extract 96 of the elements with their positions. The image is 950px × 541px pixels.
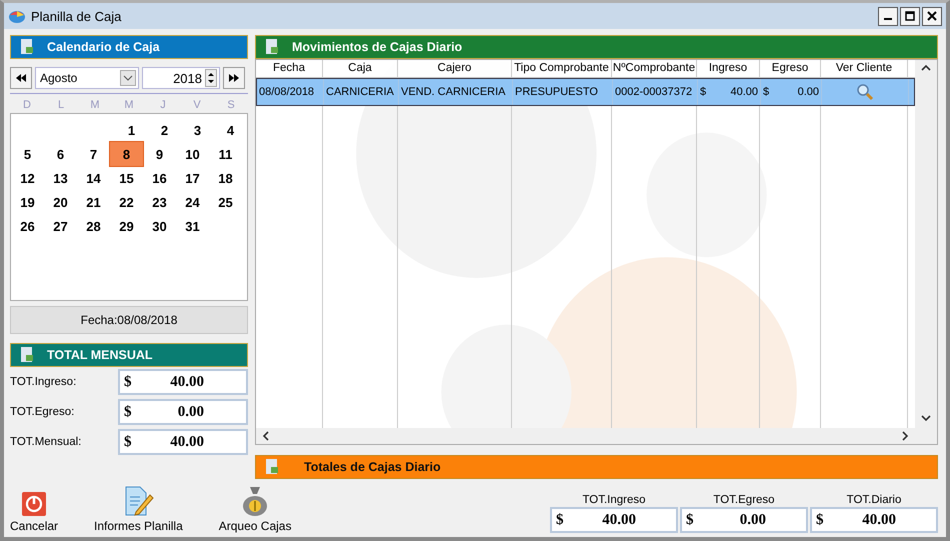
movements-title: Movimientos de Cajas Diario — [292, 40, 462, 54]
calendar-day[interactable]: 21 — [77, 190, 110, 214]
vertical-scrollbar[interactable] — [915, 60, 937, 444]
toolbar-button[interactable]: Informes Planilla — [94, 485, 183, 533]
column-header[interactable]: Fecha — [256, 60, 323, 77]
scroll-right-icon[interactable] — [901, 431, 909, 441]
calendar-day[interactable]: 6 — [44, 142, 77, 166]
column-header[interactable]: Ingreso — [697, 60, 760, 77]
calendar-day[interactable]: 2 — [148, 118, 181, 142]
power-icon — [21, 491, 48, 517]
table-row[interactable]: 08/08/2018 CARNICERIA VEND. CARNICERIA PRESUPUESTO 0002-00037372 $ 40.00 $ 0.00 — [256, 78, 915, 106]
table-cell: VEND. CARNICERIA — [399, 79, 513, 105]
total-label: TOT.Mensual: — [10, 436, 82, 448]
total-field: $ 40.00 — [118, 429, 248, 455]
calendar-day[interactable]: 27 — [44, 214, 77, 238]
column-header[interactable]: Tipo Comprobante — [512, 60, 612, 77]
total-label: TOT.Egreso: — [10, 406, 74, 418]
calendar-day[interactable]: 30 — [143, 214, 176, 238]
total-label: TOT.Egreso — [713, 494, 775, 506]
maximize-icon — [905, 11, 915, 21]
toolbar-button[interactable]: Arqueo Cajas — [218, 485, 292, 533]
calendar-day[interactable]: 10 — [176, 142, 209, 166]
scroll-left-icon[interactable] — [262, 431, 270, 441]
column-header[interactable]: Egreso — [760, 60, 821, 77]
date-label: Fecha:08/08/2018 — [10, 306, 248, 334]
calendar-day[interactable]: 24 — [176, 190, 209, 214]
calendar-day[interactable]: 18 — [209, 166, 242, 190]
calendar-day[interactable]: 15 — [110, 166, 143, 190]
window-title: Planilla de Caja — [31, 8, 122, 24]
calendar-day[interactable]: 17 — [176, 166, 209, 190]
total-field: $ 40.00 — [550, 507, 678, 533]
calendar-day[interactable]: 13 — [44, 166, 77, 190]
calendar-day[interactable]: 25 — [209, 190, 242, 214]
calendar-day[interactable]: 31 — [176, 214, 209, 238]
double-left-arrow-icon — [16, 74, 26, 82]
total-label: TOT.Ingreso: — [10, 376, 76, 388]
minimize-button[interactable] — [878, 6, 898, 26]
weekday-label: L — [56, 99, 66, 111]
total-field: $ 0.00 — [118, 399, 248, 425]
calendar-day[interactable]: 16 — [143, 166, 176, 190]
close-button[interactable] — [922, 6, 942, 26]
total-field: $ 40.00 — [118, 369, 248, 395]
weekday-label: V — [192, 99, 202, 111]
table-cell: PRESUPUESTO — [513, 79, 613, 105]
calendar-day[interactable]: 9 — [143, 142, 176, 166]
calendar-day[interactable]: 26 — [11, 214, 44, 238]
minimize-icon — [884, 18, 892, 20]
calendar-day[interactable]: 14 — [77, 166, 110, 190]
toolbar-button[interactable]: Cancelar — [10, 491, 58, 533]
total-label: TOT.Ingreso — [582, 494, 646, 506]
calendar-day[interactable]: 22 — [110, 190, 143, 214]
total-field: $ 40.00 — [810, 507, 938, 533]
calendar-day[interactable]: 4 — [214, 118, 247, 142]
column-header[interactable]: Ver Cliente — [821, 60, 908, 77]
calendar-title: Calendario de Caja — [47, 40, 160, 54]
table-cell: $ 0.00 — [761, 79, 822, 105]
table-cell: 0002-00037372 — [613, 79, 698, 105]
weekday-label: S — [226, 99, 236, 111]
weekday-label: J — [159, 99, 167, 111]
calendar-day[interactable]: 1 — [115, 118, 148, 142]
horizontal-scrollbar[interactable] — [256, 428, 915, 444]
calendar-day[interactable]: 29 — [110, 214, 143, 238]
year-spinner[interactable]: 2018 — [142, 67, 220, 89]
calendar-day[interactable]: 28 — [77, 214, 110, 238]
calendar-day[interactable]: 11 — [209, 142, 242, 166]
table-cell: CARNICERIA — [324, 79, 399, 105]
daily-totals-title: Totales de Cajas Diario — [304, 460, 441, 474]
column-header[interactable]: Cajero — [398, 60, 512, 77]
column-header[interactable]: NºComprobante — [612, 60, 697, 77]
weekday-label: M — [89, 99, 101, 111]
total-label: TOT.Diario — [846, 494, 902, 506]
column-header[interactable]: Caja — [323, 60, 398, 77]
search-icon[interactable] — [856, 83, 874, 101]
previous-month-button[interactable] — [10, 67, 32, 89]
double-right-arrow-icon — [229, 74, 239, 82]
maximize-button[interactable] — [900, 6, 920, 26]
scroll-up-icon[interactable] — [921, 64, 931, 72]
table-cell: $ 40.00 — [698, 79, 761, 105]
weekday-label: M — [123, 99, 135, 111]
calendar-day[interactable]: 7 — [77, 142, 110, 166]
weekday-label: D — [22, 99, 32, 111]
calendar-day[interactable]: 23 — [143, 190, 176, 214]
month-dropdown[interactable]: Agosto — [35, 67, 139, 89]
scroll-down-icon[interactable] — [921, 414, 931, 422]
calendar-day[interactable]: 20 — [44, 190, 77, 214]
calendar-day[interactable]: 5 — [11, 142, 44, 166]
calendar-day[interactable]: 12 — [11, 166, 44, 190]
table-cell: 08/08/2018 — [257, 79, 324, 105]
monthly-total-title: TOTAL MENSUAL — [47, 348, 153, 362]
calendar-day[interactable]: 19 — [11, 190, 44, 214]
total-field: $ 0.00 — [680, 507, 808, 533]
calendar-day[interactable]: 8 — [110, 142, 143, 166]
calendar-day[interactable]: 3 — [181, 118, 214, 142]
close-icon — [927, 11, 937, 21]
next-month-button[interactable] — [223, 67, 245, 89]
spinner-arrows-icon[interactable] — [205, 69, 217, 87]
